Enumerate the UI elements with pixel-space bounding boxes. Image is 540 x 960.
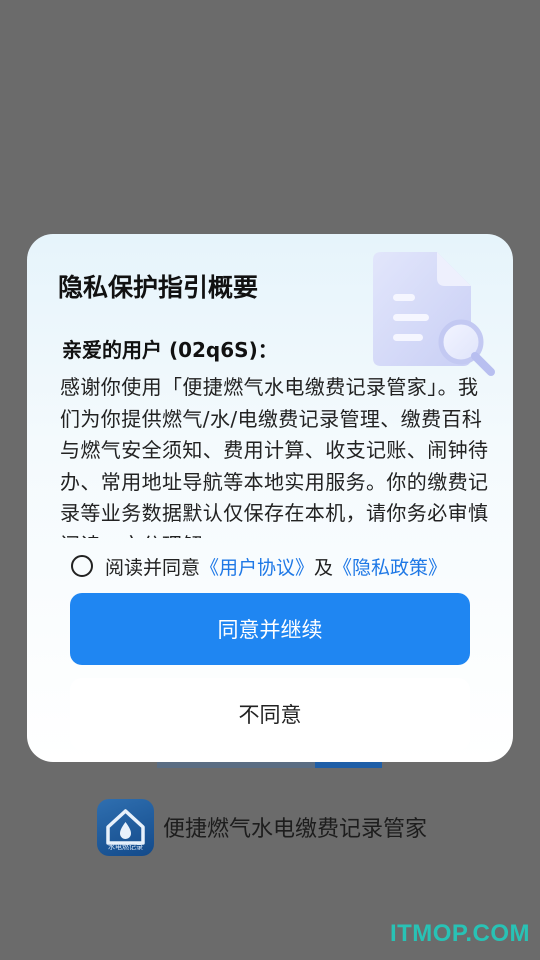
consent-prefix: 阅读并同意 [105, 556, 201, 579]
agree-button[interactable]: 同意并继续 [70, 593, 470, 665]
greeting: 亲爱的用户 (02q6S)： [62, 338, 278, 362]
consent-row: 阅读并同意 《用户协议》 及 《隐私政策》 [71, 552, 447, 580]
policy-summary-text: 感谢你使用「便捷燃气水电缴费记录管家」。我们为你提供燃气/水/电缴费记录管理、缴… [60, 375, 489, 538]
disagree-button[interactable]: 不同意 [70, 678, 470, 750]
consent-checkbox[interactable] [71, 555, 93, 577]
app-name: 便捷燃气水电缴费记录管家 [163, 817, 428, 842]
dialog-title: 隐私保护指引概要 [58, 273, 259, 302]
privacy-dialog: 隐私保护指引概要 亲爱的用户 (02q6S)： 感谢你使用「便捷燃气水电缴费记录… [27, 234, 513, 762]
watermark: ITMOP.COM [389, 920, 530, 947]
app-logo-icon: 水电燃记录 [97, 798, 154, 856]
document-search-icon [367, 246, 507, 380]
policy-summary-scroll[interactable]: 感谢你使用「便捷燃气水电缴费记录管家」。我们为你提供燃气/水/电缴费记录管理、缴… [60, 372, 490, 538]
consent-and: 及 [314, 556, 334, 579]
app-brand: 水电燃记录 便捷燃气水电缴费记录管家 [97, 798, 427, 856]
privacy-policy-link[interactable]: 《隐私政策》 [333, 553, 447, 580]
user-agreement-link[interactable]: 《用户协议》 [200, 553, 314, 580]
app-logo-caption: 水电燃记录 [108, 842, 143, 851]
